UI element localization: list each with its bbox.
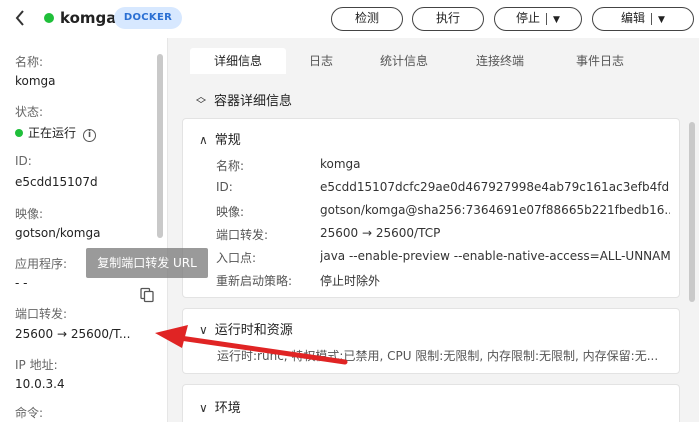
caret-down-icon[interactable]: ▼ [658,15,665,25]
details-scrollbar[interactable] [689,122,695,302]
chevron-down-icon[interactable]: ∨ [199,323,208,337]
status-label: 状态: [15,105,44,119]
chevron-down-icon[interactable]: ∨ [199,401,208,415]
cmd-label: 命令: [15,406,44,420]
kv-key: 名称: [216,159,245,173]
container-details-title[interactable]: ︿ ﹀ 容器详细信息 [196,90,292,110]
edit-button[interactable]: 编辑 ▼ [592,7,694,31]
ip-label: IP 地址: [15,358,58,372]
general-header[interactable]: ∧ 常规 [199,129,241,148]
details-panel: 详细信息 日志 统计信息 连接终端 事件日志 ︿ ﹀ 容器详细信息 ∧ 常规 名称: … [168,38,699,422]
tab-events[interactable]: 事件日志 [560,48,640,74]
kv-key: 端口转发: [216,228,269,242]
kv-key: 映像: [216,205,245,219]
summary-scrollbar[interactable] [157,54,163,238]
tab-terminal[interactable]: 连接终端 [460,48,540,74]
kv-key: ID: [216,180,233,194]
section-title-text: 容器详细信息 [214,94,293,109]
general-card: ∧ 常规 名称: komga ID: e5cdd15107dcfc29ae0d46… [182,118,680,298]
execute-button-label: 执行 [435,11,460,25]
execute-button[interactable]: 执行 [412,7,484,31]
running-dot [15,129,23,137]
runtime-summary: 运行时:runc, 特权模式:已禁用, CPU 限制:无限制, 内存限制:无限制… [217,349,657,363]
env-card: ∨ 环境 [182,384,680,422]
detect-button-label: 检测 [354,11,379,25]
container-name: komga [60,9,117,27]
expand-collapse-icon[interactable]: ︿ ﹀ [196,92,210,110]
port-value: 25600 → 25600/T... [15,327,131,341]
ip-value: 10.0.3.4 [15,377,65,391]
kv-value: e5cdd15107dcfc29ae0d467927998e4ab79c161a… [320,180,670,194]
id-label: ID: [15,154,32,168]
stop-button-label: 停止 [516,11,541,25]
tab-stats[interactable]: 统计信息 [368,48,440,74]
app-label: 应用程序: [15,257,68,271]
general-title: 常规 [214,133,241,148]
kv-value: komga [320,157,361,171]
tab-logs[interactable]: 日志 [294,48,348,74]
edit-button-label: 编辑 [621,11,646,25]
kv-value: 停止时除外 [320,274,381,288]
name-label: 名称: [15,55,44,69]
status-dot [44,13,54,23]
app-value: - - [15,276,28,290]
runtime-title: 运行时和资源 [214,323,293,338]
id-value: e5cdd15107d [15,175,98,189]
copy-icon[interactable] [139,287,155,303]
name-value: komga [15,74,56,88]
kv-key: 重新启动策略: [216,274,293,288]
port-label: 端口转发: [15,307,68,321]
kv-value: gotson/komga@sha256:7364691e07f88665b221… [320,203,670,217]
top-bar: komga DOCKER 检测 执行 停止 ▼ 编辑 ▼ [0,0,699,38]
kv-value: java --enable-preview --enable-native-ac… [320,249,670,263]
back-chevron-icon[interactable] [14,8,34,30]
copy-tooltip: 复制端口转发 URL [86,248,208,278]
kv-key: 入口点: [216,251,257,265]
env-header[interactable]: ∨ 环境 [199,397,241,416]
info-icon[interactable]: i [83,129,97,142]
env-title: 环境 [214,401,241,416]
runtime-header[interactable]: ∨ 运行时和资源 [199,319,293,338]
caret-down-icon[interactable]: ▼ [553,15,560,25]
tab-details[interactable]: 详细信息 [190,48,286,74]
detect-button[interactable]: 检测 [331,7,403,31]
summary-panel: 名称: komga 状态: 正在运行 i ID: e5cdd15107d 映像: … [0,38,168,422]
image-label: 映像: [15,207,44,221]
stop-button[interactable]: 停止 ▼ [494,7,582,31]
docker-badge: DOCKER [114,7,182,29]
status-text: 正在运行 [28,126,77,140]
image-value: gotson/komga [15,226,101,240]
kv-value: 25600 → 25600/TCP [320,226,441,240]
status-value: 正在运行 i [15,124,97,142]
chevron-up-icon[interactable]: ∧ [199,133,208,147]
runtime-card: ∨ 运行时和资源 运行时:runc, 特权模式:已禁用, CPU 限制:无限制, … [182,308,680,374]
